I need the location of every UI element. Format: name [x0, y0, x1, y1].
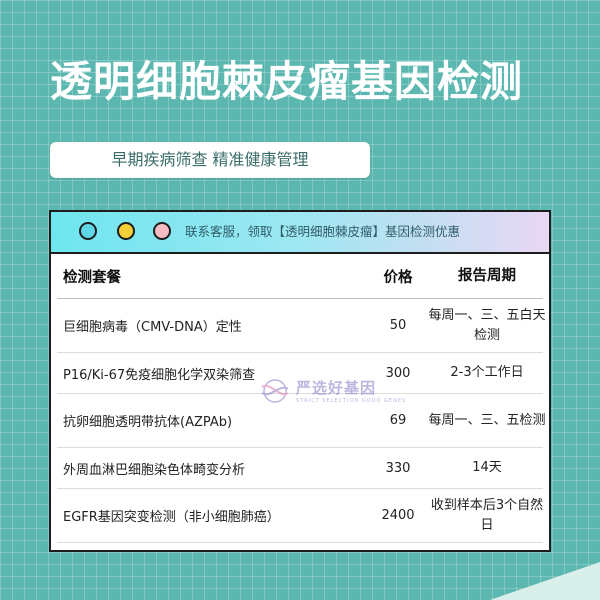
subtitle-text: 早期疾病筛查 精准健康管理: [111, 150, 309, 169]
pink-dot-icon: [153, 222, 171, 240]
page-title: 透明细胞棘皮瘤基因检测: [50, 57, 524, 106]
contact-notice[interactable]: 联系客服，领取【透明细胞棘皮瘤】基因检测优惠: [185, 212, 460, 252]
corner-decoration: [490, 562, 600, 600]
dna-logo-icon: [261, 379, 289, 403]
package-cycle: 收到样本后3个自然日: [430, 497, 544, 533]
package-price: 50: [389, 318, 407, 333]
cyan-dot-icon: [79, 222, 97, 240]
package-cycle: 14天: [472, 460, 502, 475]
card-header: 联系客服，领取【透明细胞棘皮瘤】基因检测优惠: [51, 212, 549, 254]
table-header-row: 检测套餐 价格 报告周期: [57, 254, 543, 299]
header-name: 检测套餐: [63, 269, 121, 286]
package-price: 330: [385, 460, 411, 476]
subtitle-banner: 早期疾病筛查 精准健康管理: [50, 142, 370, 178]
yellow-dot-icon: [117, 222, 135, 240]
package-name: EGFR基因突变检测（非小细胞肺癌）: [63, 510, 280, 525]
package-cycle: 每周一、三、五白天检测: [428, 307, 546, 343]
package-name: 外周血淋巴细胞染色体畸变分析: [63, 462, 246, 478]
header-price: 价格: [383, 269, 413, 286]
package-price: 2400: [381, 508, 415, 523]
watermark: 严选好基因 STRICT SELECTION GOOD GENES: [258, 375, 428, 415]
table-row[interactable]: EGFR基因突变检测（非小细胞肺癌） 2400 收到样本后3个自然日: [57, 489, 543, 543]
watermark-subtext: STRICT SELECTION GOOD GENES: [296, 398, 407, 404]
table-row[interactable]: 外周血淋巴细胞染色体畸变分析 330 14天: [57, 448, 543, 489]
header-cycle: 报告周期: [458, 268, 516, 284]
package-cycle: 2-3个工作日: [450, 365, 524, 380]
package-name: 巨细胞病毒（CMV-DNA）定性: [63, 320, 242, 335]
package-cycle: 每周一、三、五检测: [428, 412, 546, 428]
table-row[interactable]: 巨细胞病毒（CMV-DNA）定性 50 每周一、三、五白天检测: [57, 299, 546, 353]
watermark-text: 严选好基因: [296, 379, 377, 397]
